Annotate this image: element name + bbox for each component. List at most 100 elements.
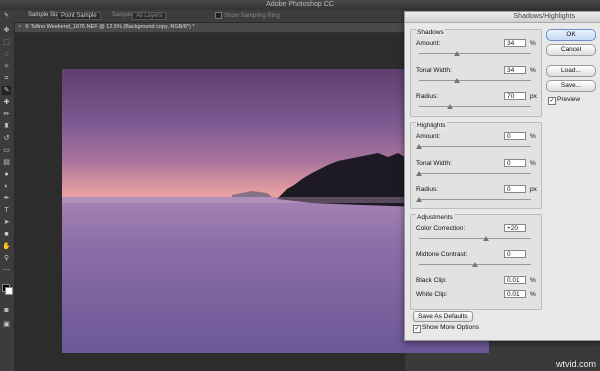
healing-tool-icon[interactable]: ✚	[2, 98, 11, 107]
save-as-defaults-button[interactable]: Save As Defaults	[413, 311, 473, 322]
quick-mask-icon[interactable]: ◙	[2, 306, 11, 315]
highlights-tonal-width-slider[interactable]	[416, 171, 531, 176]
preview-label: Preview	[557, 96, 581, 103]
shadows-amount-knob[interactable]	[454, 51, 461, 56]
highlights-radius-knob[interactable]	[416, 197, 422, 202]
sample-label: Sample:	[112, 12, 135, 18]
show-more-options-label: Show More Options	[422, 324, 480, 331]
shadows-amount-slider[interactable]	[419, 51, 531, 56]
preview-checkbox[interactable]: ✓	[548, 97, 556, 105]
color-correction-slider[interactable]	[419, 236, 531, 241]
load-button[interactable]: Load...	[546, 65, 596, 77]
eyedropper-icon[interactable]: ✎	[4, 12, 9, 19]
highlights-tonal-width-unit: %	[530, 160, 536, 167]
toolbox: ✥ ⬚ ◌ ✧ ⌗ ✎ ✚ ✏ ♜ ↺ ▭ ▤ ● ◐ ✒ T ➤ ■ ✋ ⚲ …	[0, 22, 15, 371]
midtone-contrast-slider[interactable]	[419, 262, 531, 267]
gradient-tool-icon[interactable]: ▤	[2, 158, 11, 167]
background-color-swatch[interactable]	[5, 287, 13, 295]
shadows-highlights-dialog: Shadows/Highlights Shadows Amount: 34 % …	[404, 11, 600, 341]
black-clip-input[interactable]: 0.01	[504, 276, 526, 284]
ok-button[interactable]: OK	[546, 29, 596, 41]
more-tools-icon[interactable]: ⋯	[2, 266, 11, 275]
highlights-amount-input[interactable]: 0	[504, 132, 526, 140]
highlights-amount-knob[interactable]	[416, 144, 422, 149]
color-correction-input[interactable]: +20	[504, 224, 526, 232]
highlights-radius-slider[interactable]	[416, 197, 531, 202]
app-title: Adobe Photoshop CC	[266, 1, 334, 8]
marquee-tool-icon[interactable]: ⬚	[2, 38, 11, 47]
shape-tool-icon[interactable]: ■	[2, 230, 11, 239]
white-clip-input[interactable]: 0.01	[504, 290, 526, 298]
shadows-amount-unit: %	[530, 40, 536, 47]
screen-mode-icon[interactable]: ▣	[2, 320, 11, 329]
shadows-tonal-width-knob[interactable]	[454, 78, 461, 83]
highlights-radius-label: Radius:	[416, 186, 439, 193]
sampling-ring-checkbox[interactable]	[215, 12, 222, 19]
hand-tool-icon[interactable]: ✋	[2, 242, 11, 251]
highlights-group: Highlights Amount: 0 % Tonal Width: 0 % …	[410, 122, 542, 209]
preview-check-icon: ✓	[549, 98, 555, 104]
color-correction-knob[interactable]	[483, 236, 490, 241]
sample-size-select[interactable]: Point Sample	[57, 12, 101, 20]
highlights-group-title: Highlights	[416, 122, 447, 129]
shadows-tonal-width-input[interactable]: 34	[504, 66, 526, 74]
shadows-radius-knob[interactable]	[447, 104, 454, 109]
dialog-title: Shadows/Highlights	[405, 12, 600, 23]
highlights-amount-unit: %	[530, 133, 536, 140]
history-brush-icon[interactable]: ↺	[2, 134, 11, 143]
adjustments-group-title: Adjustments	[416, 214, 454, 221]
blur-tool-icon[interactable]: ●	[2, 170, 11, 179]
eyedropper-tool-icon[interactable]: ✎	[2, 86, 11, 95]
type-tool-icon[interactable]: T	[2, 206, 11, 215]
highlights-amount-slider[interactable]	[416, 144, 531, 149]
shadows-tonal-width-slider[interactable]	[419, 78, 531, 83]
color-correction-label: Color Correction:	[416, 225, 466, 232]
quick-select-tool-icon[interactable]: ✧	[2, 62, 11, 71]
highlights-radius-input[interactable]: 0	[504, 185, 526, 193]
white-clip-unit: %	[530, 291, 536, 298]
title-bar: Adobe Photoshop CC	[0, 0, 600, 10]
show-sampling-ring-toggle[interactable]: Show Sampling Ring	[215, 12, 280, 19]
show-more-options-checkbox[interactable]: ✓	[413, 325, 421, 333]
document-tab-title: © Tofino Weekend_1676.NEF @ 12.5% (Backg…	[25, 24, 195, 30]
midtone-contrast-input[interactable]: 0	[504, 250, 526, 258]
watermark: wtvid.com	[555, 359, 596, 369]
lasso-tool-icon[interactable]: ◌	[2, 50, 11, 59]
sampling-ring-label: Show Sampling Ring	[224, 13, 280, 20]
highlights-radius-unit: px	[530, 186, 537, 193]
crop-tool-icon[interactable]: ⌗	[2, 74, 11, 83]
shadows-amount-label: Amount:	[416, 40, 441, 47]
shadows-tonal-width-label: Tonal Width:	[416, 67, 452, 74]
cancel-button[interactable]: Cancel	[546, 44, 596, 56]
shadows-group: Shadows Amount: 34 % Tonal Width: 34 % R…	[410, 29, 542, 117]
black-clip-label: Black Clip:	[416, 277, 447, 284]
save-button[interactable]: Save...	[546, 80, 596, 92]
highlights-tonal-width-input[interactable]: 0	[504, 159, 526, 167]
pen-tool-icon[interactable]: ✒	[2, 194, 11, 203]
white-clip-label: White Clip:	[416, 291, 448, 298]
highlights-amount-label: Amount:	[416, 133, 441, 140]
highlights-tonal-width-knob[interactable]	[416, 171, 422, 176]
shadows-radius-slider[interactable]	[419, 104, 531, 109]
zoom-tool-icon[interactable]: ⚲	[2, 254, 11, 263]
adjustments-group: Adjustments Color Correction: +20 Midton…	[410, 214, 542, 310]
stamp-tool-icon[interactable]: ♜	[2, 122, 11, 131]
shadows-amount-input[interactable]: 34	[504, 39, 526, 47]
black-clip-unit: %	[530, 277, 536, 284]
show-more-check-icon: ✓	[414, 326, 420, 332]
shadows-radius-input[interactable]: 70	[504, 92, 526, 100]
midtone-contrast-label: Midtone Contrast:	[416, 251, 468, 258]
document-tab[interactable]: × © Tofino Weekend_1676.NEF @ 12.5% (Bac…	[15, 23, 405, 32]
shadows-radius-label: Radius:	[416, 93, 439, 100]
eraser-tool-icon[interactable]: ▭	[2, 146, 11, 155]
shadows-tonal-width-unit: %	[530, 67, 536, 74]
brush-tool-icon[interactable]: ✏	[2, 110, 11, 119]
highlights-tonal-width-label: Tonal Width:	[416, 160, 452, 167]
sample-select[interactable]: All Layers	[132, 12, 167, 20]
shadows-radius-unit: px	[530, 93, 537, 100]
path-select-tool-icon[interactable]: ➤	[2, 218, 11, 227]
dodge-tool-icon[interactable]: ◐	[2, 182, 11, 191]
move-tool-icon[interactable]: ✥	[2, 26, 11, 35]
midtone-contrast-knob[interactable]	[472, 262, 478, 267]
close-tab-icon[interactable]: ×	[18, 24, 21, 30]
